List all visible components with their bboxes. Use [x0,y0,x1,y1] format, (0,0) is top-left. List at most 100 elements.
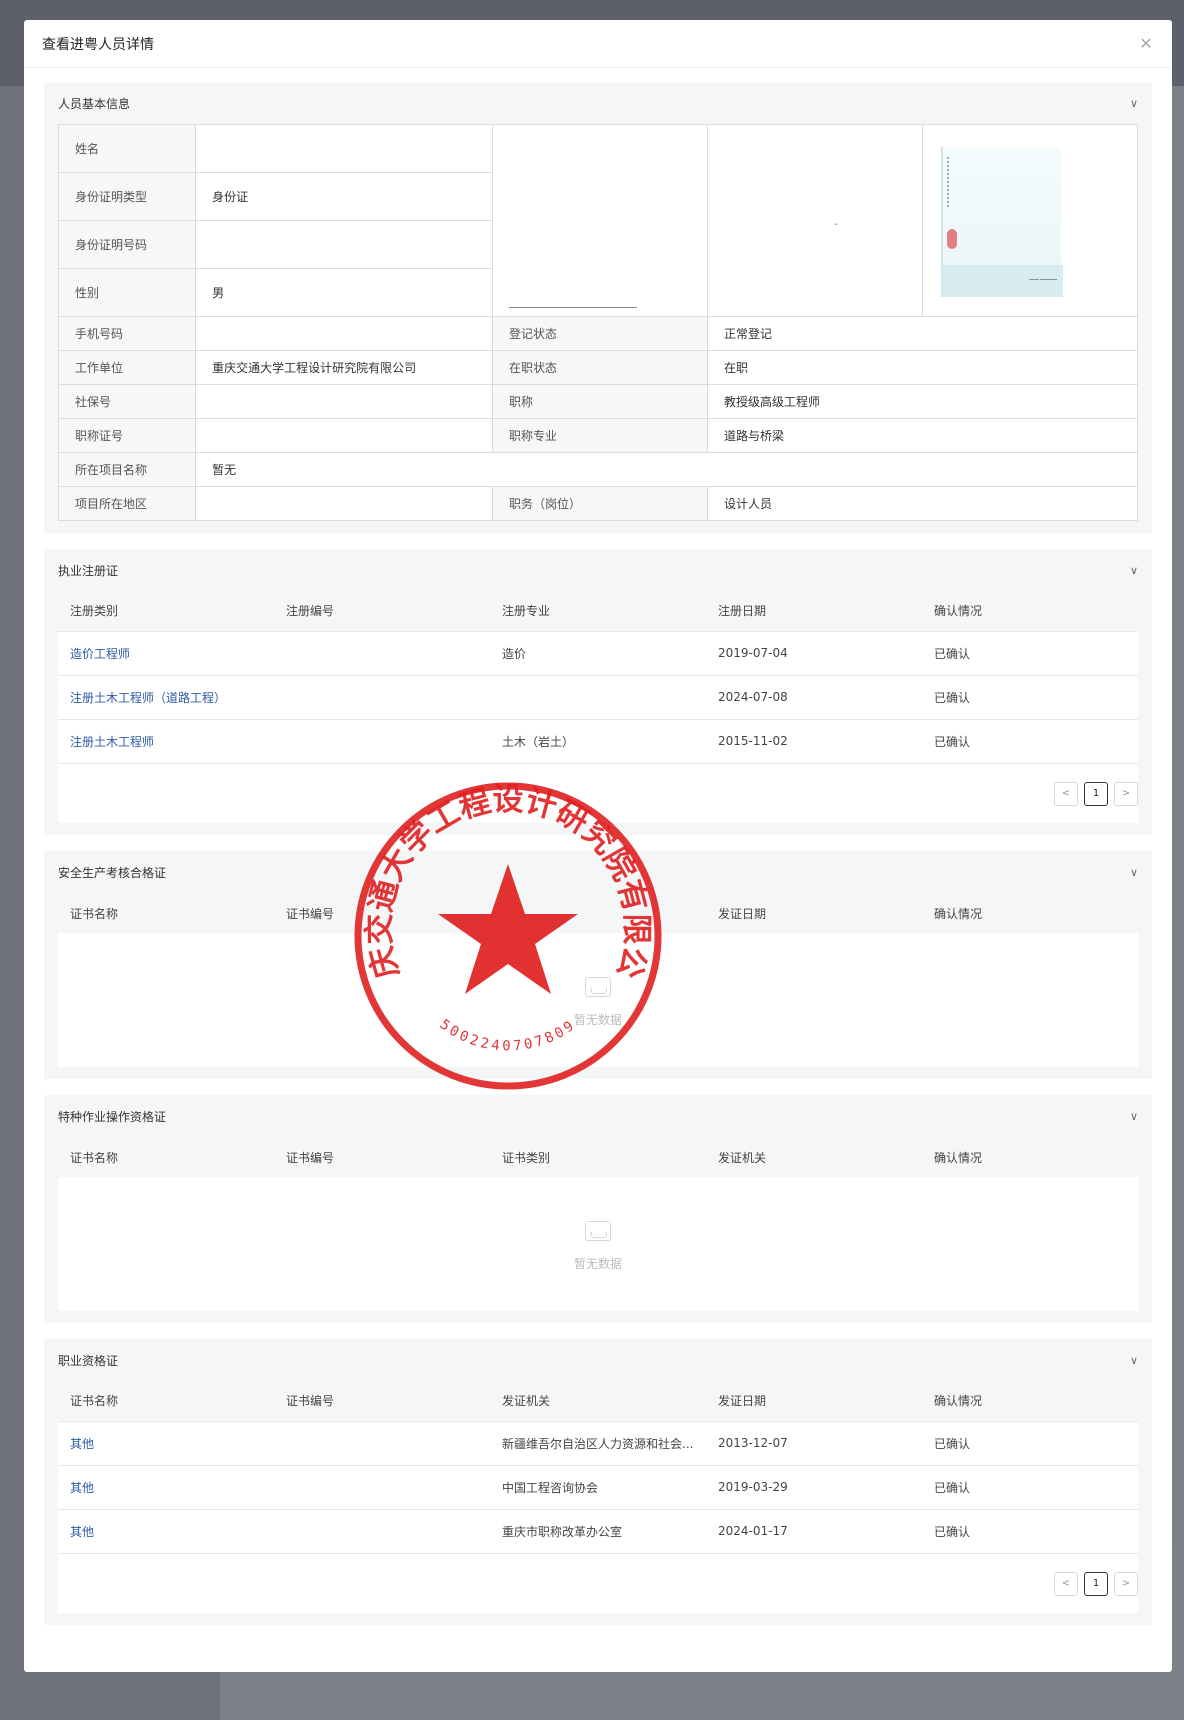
cert-status: 已确认 [922,1464,1138,1509]
empty-state: 暂无数据 [58,933,1138,1067]
prev-page-button[interactable]: < [1054,1571,1078,1596]
image-mark: - [834,219,838,230]
table-row: 其他 新疆维吾尔自治区人力资源和社会... 2013-12-07 已确认 [58,1420,1138,1465]
special-table: 证书名称 证书编号 证书类别 发证机关 确认情况 [58,1137,1138,1177]
duty-label: 职务（岗位） [492,486,709,521]
cert-number [274,718,490,763]
photo-cell [492,124,709,317]
section-basic-info: 人员基本信息 ∨ 姓名 - ━━━━ ━━━━━━━ 身份证明类型 身份证 身份… [44,82,1152,533]
chevron-down-icon[interactable]: ∨ [1130,866,1138,879]
certificate-thumbnail[interactable]: ━━━━ ━━━━━━━ [940,147,1063,297]
section-header[interactable]: 执业注册证 ∨ [58,549,1138,591]
column-header: 发证日期 [706,893,922,933]
photo-placeholder [509,307,638,308]
next-page-button[interactable]: > [1114,781,1138,806]
cert-major: 土木（岩土） [490,718,706,763]
cert-issuer: 新疆维吾尔自治区人力资源和社会... [490,1420,706,1465]
idtype-label: 身份证明类型 [57,172,197,221]
registration-table: 注册类别 注册编号 注册专业 注册日期 确认情况 造价工程师 造价 2019-0… [58,591,1138,763]
column-header: 发证机关 [490,1381,706,1421]
chevron-down-icon[interactable]: ∨ [1130,1354,1138,1367]
modal-header: 查看进粤人员详情 ✕ [24,20,1172,68]
section-safety: 安全生产考核合格证 ∨ 证书名称 证书编号 发证日期 确认情况 暂无数据 [44,851,1152,1079]
cert-date: 2013-12-07 [706,1420,922,1465]
social-value [195,384,494,419]
empty-state: 暂无数据 [58,1177,1138,1311]
column-header: 证书名称 [58,1137,274,1177]
cert-major: 造价 [490,630,706,675]
region-label: 项目所在地区 [57,486,197,521]
prev-page-button[interactable]: < [1054,781,1078,806]
empty-box-icon [585,1221,611,1241]
cert-link[interactable]: 其他 [58,1508,274,1553]
cert-number [274,1420,490,1465]
cert-link[interactable]: 注册土木工程师（道路工程） [58,674,274,719]
column-header: 证书编号 [274,893,490,933]
cert-number [274,1508,490,1553]
empty-box-icon [585,977,611,997]
cert-issuer: 重庆市职称改革办公室 [490,1508,706,1553]
company-label: 工作单位 [57,350,197,385]
duty-value: 设计人员 [707,486,1138,521]
section-special: 特种作业操作资格证 ∨ 证书名称 证书编号 证书类别 发证机关 确认情况 暂无数… [44,1095,1152,1323]
major-value: 道路与桥梁 [707,418,1138,453]
section-header[interactable]: 安全生产考核合格证 ∨ [58,851,1138,893]
cert-date: 2015-11-02 [706,718,922,763]
titlecert-label: 职称证号 [57,418,197,453]
cert-number [274,630,490,675]
chevron-down-icon[interactable]: ∨ [1130,97,1138,110]
column-header: 证书类别 [490,1137,706,1177]
section-header[interactable]: 职业资格证 ∨ [58,1339,1138,1381]
region-value [195,486,494,521]
phone-value [195,316,494,351]
id-image-cell: - [707,124,923,317]
column-header: 证书编号 [274,1137,490,1177]
cert-date: 2024-07-08 [706,674,922,719]
regstatus-label: 登记状态 [492,316,709,351]
column-header: 发证机关 [706,1137,922,1177]
cert-status: 已确认 [922,1508,1138,1553]
next-page-button[interactable]: > [1114,1571,1138,1596]
table-row: 其他 重庆市职称改革办公室 2024-01-17 已确认 [58,1508,1138,1553]
certificate-image-cell[interactable]: ━━━━ ━━━━━━━ [921,124,1139,317]
cert-link[interactable]: 其他 [58,1464,274,1509]
project-value: 暂无 [195,452,1138,487]
cert-status: 已确认 [922,1420,1138,1465]
section-registration: 执业注册证 ∨ 注册类别 注册编号 注册专业 注册日期 确认情况 造价工程师 造… [44,549,1152,835]
table-row: 注册土木工程师 土木（岩土） 2015-11-02 已确认 [58,718,1138,763]
chevron-down-icon[interactable]: ∨ [1130,564,1138,577]
name-value [195,124,494,173]
phone-label: 手机号码 [57,316,197,351]
section-header[interactable]: 特种作业操作资格证 ∨ [58,1095,1138,1137]
section-header[interactable]: 人员基本信息 ∨ [58,82,1138,124]
cert-status: 已确认 [922,674,1138,719]
cert-number [274,674,490,719]
modal-title: 查看进粤人员详情 [42,36,154,53]
cert-link[interactable]: 其他 [58,1420,274,1465]
jobstatus-label: 在职状态 [492,350,709,385]
column-header: 确认情况 [922,893,1138,933]
safety-table: 证书名称 证书编号 发证日期 确认情况 [58,893,1138,933]
cert-link[interactable]: 造价工程师 [58,630,274,675]
company-value: 重庆交通大学工程设计研究院有限公司 [195,350,494,385]
page-1-button[interactable]: 1 [1084,781,1108,806]
empty-text: 暂无数据 [573,1257,622,1271]
cert-link[interactable]: 注册土木工程师 [58,718,274,763]
title-value: 教授级高级工程师 [707,384,1138,419]
cert-issuer: 中国工程咨询协会 [490,1464,706,1509]
name-label: 姓名 [57,124,197,173]
titlecert-value [195,418,494,453]
idno-label: 身份证明号码 [57,220,197,269]
page-1-button[interactable]: 1 [1084,1571,1108,1596]
cert-date: 2019-03-29 [706,1464,922,1509]
chevron-down-icon[interactable]: ∨ [1130,1110,1138,1123]
social-label: 社保号 [57,384,197,419]
close-icon[interactable]: ✕ [1136,34,1156,54]
project-label: 所在项目名称 [57,452,197,487]
title-label: 职称 [492,384,709,419]
section-title: 执业注册证 [58,563,119,578]
major-label: 职称专业 [492,418,709,453]
column-header: 证书编号 [274,1381,490,1421]
cert-date: 2019-07-04 [706,630,922,675]
column-header: 确认情况 [922,1381,1138,1421]
